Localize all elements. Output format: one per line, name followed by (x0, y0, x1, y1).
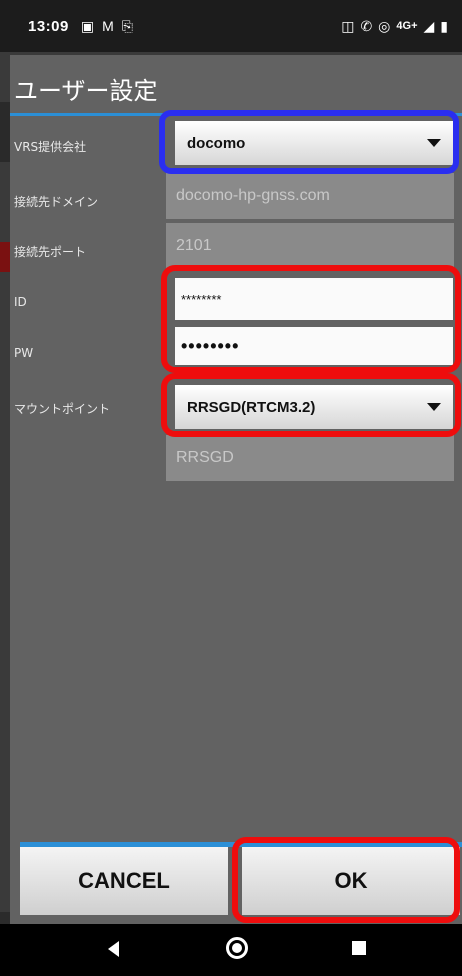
screenshot-icon: ⎘ (121, 18, 133, 34)
pw-label: PW (14, 346, 34, 360)
call-icon: ✆ (360, 18, 373, 34)
navigation-bar (0, 924, 462, 976)
port-label: 接続先ポート (14, 245, 87, 259)
highlight-credentials (161, 265, 461, 373)
dialog-title: ユーザー設定 (14, 77, 158, 105)
vrs-provider-label: VRS提供会社 (14, 140, 87, 154)
id-label: ID (14, 295, 27, 309)
status-bar: 13:09 ▣ M ⎘ ◫ ✆ ◎ 4G+ ◢ ▮ (0, 0, 462, 52)
recent-apps-icon[interactable] (352, 941, 366, 955)
highlight-mount-point (161, 373, 461, 437)
gmail-icon: M (102, 18, 114, 34)
battery-icon: ▮ (440, 18, 448, 34)
home-icon[interactable] (226, 937, 248, 959)
mount-point-field: RRSGD (166, 435, 454, 481)
hotspot-icon: ◎ (378, 18, 391, 34)
signal-icon: ◢ (423, 18, 435, 34)
mount-point-label: マウントポイント (14, 402, 111, 416)
status-left-icons: ▣ M ⎘ (81, 19, 133, 33)
domain-field: docomo-hp-gnss.com (166, 173, 454, 219)
status-right-icons: ◫ ✆ ◎ 4G+ ◢ ▮ (341, 19, 448, 33)
highlight-ok (232, 837, 460, 923)
domain-label: 接続先ドメイン (14, 195, 99, 209)
network-type: 4G+ (396, 20, 418, 32)
back-icon[interactable] (108, 941, 119, 957)
user-settings-dialog: ユーザー設定 VRS提供会社 docomo 接続先ドメイン docomo-hp-… (10, 55, 462, 924)
gallery-icon: ▣ (80, 18, 95, 34)
cancel-button[interactable]: CANCEL (20, 847, 228, 915)
highlight-vrs-provider (159, 110, 459, 174)
vibrate-icon: ◫ (341, 18, 355, 34)
port-field: 2101 (166, 223, 454, 269)
status-time: 13:09 (28, 17, 69, 35)
